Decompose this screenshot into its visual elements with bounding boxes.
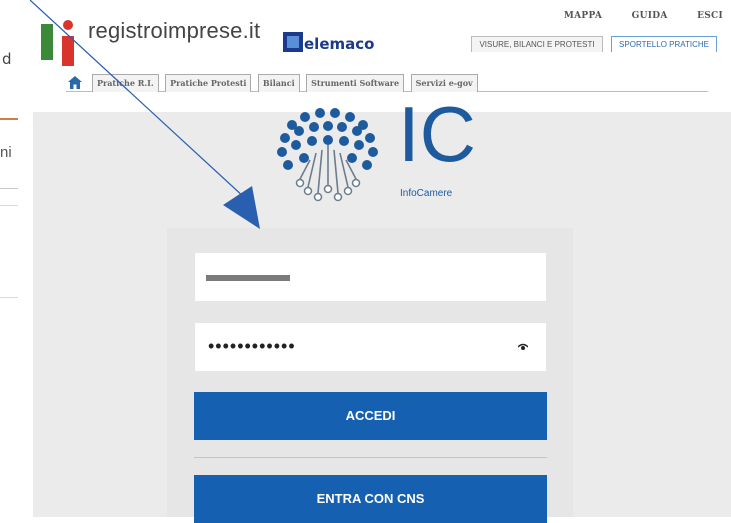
registroimprese-logo-icon — [41, 20, 74, 66]
main-menu: Pratiche R.I. Pratiche Protesti Bilanci … — [66, 73, 708, 92]
username-input[interactable] — [195, 253, 546, 301]
background-divider — [0, 205, 18, 206]
entra-con-cns-button[interactable]: ENTRA CON CNS — [194, 475, 547, 523]
show-password-eye-icon[interactable] — [518, 343, 528, 351]
form-divider — [194, 457, 547, 458]
password-input[interactable]: •••••••••••• — [195, 323, 546, 371]
site-header: registroimprese.it elemaco MAPPA GUIDA E… — [33, 0, 731, 112]
tab-bilanci[interactable]: Bilanci — [257, 74, 300, 92]
redacted-username — [206, 275, 290, 281]
background-page: d ni — [0, 0, 33, 517]
brand-name[interactable]: registroimprese.it — [88, 18, 260, 44]
infocamere-ic-letters: IC — [398, 90, 476, 178]
background-text-fragment: d — [2, 50, 12, 68]
tab-strumenti-software[interactable]: Strumenti Software — [306, 74, 405, 92]
background-text-fragment-2: ni — [0, 144, 12, 161]
background-divider — [0, 297, 18, 298]
background-tab-fragment: ni — [0, 118, 18, 189]
top-links: MAPPA GUIDA ESCI — [538, 11, 723, 21]
tab-pratiche-protesti[interactable]: Pratiche Protesti — [165, 74, 252, 92]
link-esci[interactable]: ESCI — [697, 11, 723, 21]
telemaco-icon — [283, 32, 303, 52]
password-mask: •••••••••••• — [208, 336, 296, 356]
tab-pratiche-ri[interactable]: Pratiche R.I. — [92, 74, 159, 92]
home-icon[interactable] — [68, 76, 82, 89]
tab-visure-bilanci-protesti[interactable]: VISURE, BILANCI E PROTESTI — [471, 36, 603, 52]
accedi-button[interactable]: ACCEDI — [194, 392, 547, 440]
telemaco-label: elemaco — [304, 35, 375, 53]
login-form: •••••••••••• ACCEDI ENTRA CON CNS — [167, 228, 573, 523]
link-guida[interactable]: GUIDA — [632, 11, 668, 21]
infocamere-caption: InfoCamere — [400, 188, 453, 199]
tab-sportello-pratiche[interactable]: SPORTELLO PRATICHE — [611, 36, 717, 52]
link-mappa[interactable]: MAPPA — [564, 11, 602, 21]
section-tabs: VISURE, BILANCI E PROTESTI SPORTELLO PRA… — [467, 34, 717, 52]
